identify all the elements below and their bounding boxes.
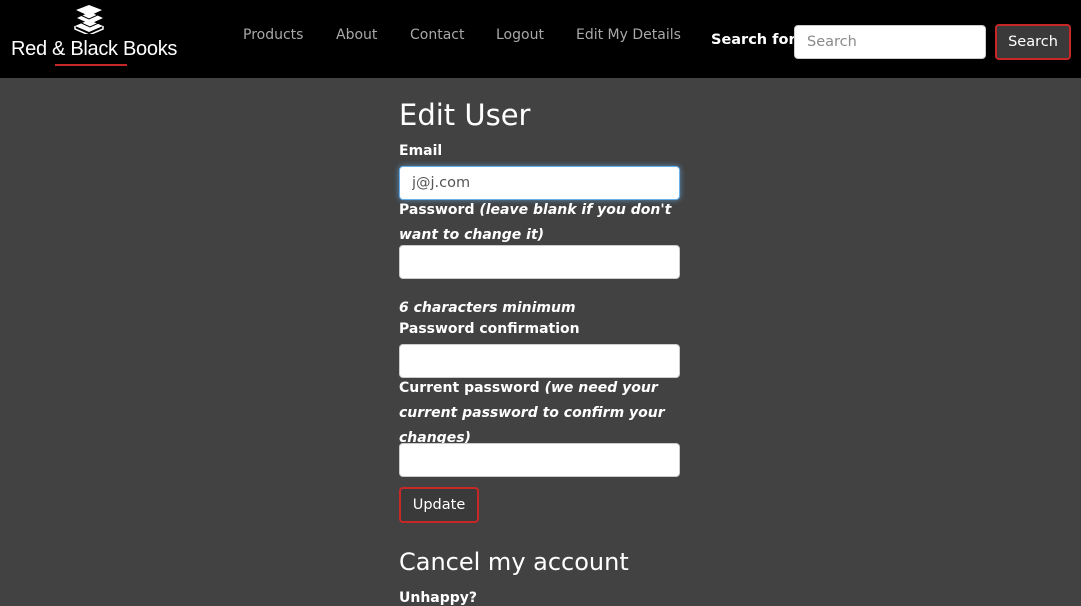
top-navbar: Red & Black Books Products About Contact… xyxy=(0,0,1081,78)
email-label-text: Email xyxy=(399,143,443,159)
current-password-field[interactable] xyxy=(399,443,680,477)
nav-link-products[interactable]: Products xyxy=(243,27,303,43)
cancel-account-heading: Cancel my account xyxy=(399,548,629,576)
nav-link-logout[interactable]: Logout xyxy=(496,27,544,43)
brand-underline xyxy=(55,64,127,66)
password-field[interactable] xyxy=(399,245,680,279)
update-button[interactable]: Update xyxy=(399,487,479,523)
book-stack-icon xyxy=(74,5,104,34)
search-button[interactable]: Search xyxy=(995,24,1071,60)
password-confirmation-label-text: Password confirmation xyxy=(399,321,580,337)
nav-link-contact[interactable]: Contact xyxy=(410,27,464,43)
unhappy-text: Unhappy? xyxy=(399,590,478,606)
email-field[interactable] xyxy=(399,166,680,200)
password-label: Password (leave blank if you don't want … xyxy=(399,198,689,248)
password-confirmation-label: Password confirmation xyxy=(399,317,689,342)
nav-link-edit-my-details[interactable]: Edit My Details xyxy=(576,27,681,43)
password-confirmation-field[interactable] xyxy=(399,344,680,378)
search-label: Search for: xyxy=(711,32,802,48)
search-input[interactable] xyxy=(794,25,986,59)
brand-name: Red & Black Books xyxy=(11,38,178,60)
nav-link-about[interactable]: About xyxy=(336,27,377,43)
brand-logo-link[interactable]: Red & Black Books xyxy=(11,4,177,68)
email-label: Email xyxy=(399,139,689,164)
current-password-label: Current password (we need your current p… xyxy=(399,376,689,451)
page-title: Edit User xyxy=(399,98,531,132)
password-minimum-note: 6 characters minimum xyxy=(399,300,576,316)
password-label-text: Password xyxy=(399,202,475,218)
current-password-label-text: Current password xyxy=(399,380,540,396)
